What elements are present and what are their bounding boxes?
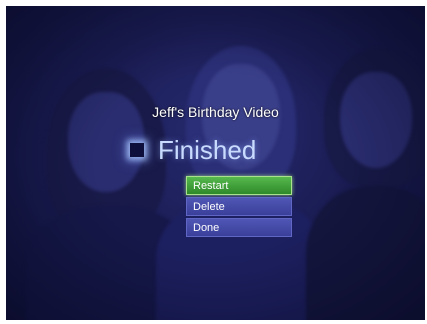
status-text: Finished: [158, 134, 257, 165]
stop-icon: [130, 143, 144, 157]
media-center-screen: Jeff's Birthday Video Finished Restart D…: [6, 6, 425, 320]
status-row: Finished: [130, 132, 256, 168]
action-menu: Restart Delete Done: [186, 176, 292, 239]
video-title: Jeff's Birthday Video: [152, 104, 279, 120]
restart-button[interactable]: Restart: [186, 176, 292, 195]
delete-button[interactable]: Delete: [186, 197, 292, 216]
done-button[interactable]: Done: [186, 218, 292, 237]
